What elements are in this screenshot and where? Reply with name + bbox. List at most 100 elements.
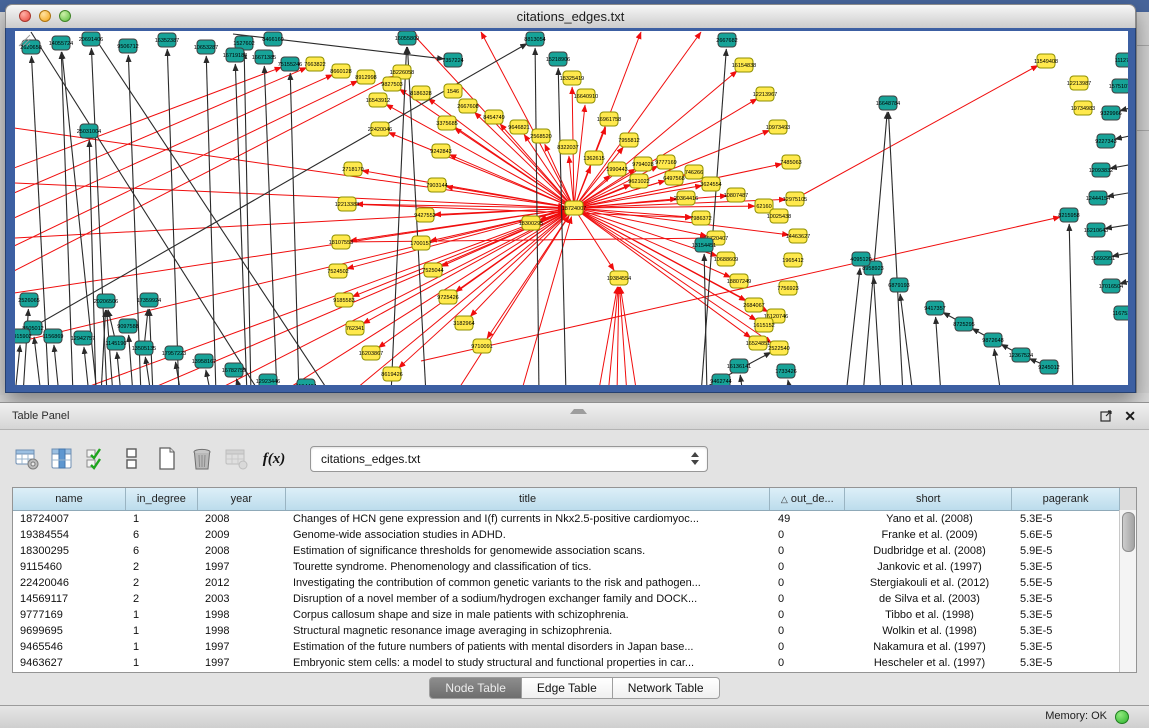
graph-edge[interactable] [598,287,617,385]
graph-edge[interactable] [34,337,41,385]
graph-node[interactable]: 16961758 [597,112,621,126]
graph-node[interactable]: 6497568 [663,171,684,185]
graph-edge[interactable] [388,132,574,208]
graph-node[interactable]: 7663822 [304,57,325,71]
close-panel-icon[interactable]: ✕ [1124,406,1136,426]
table-settings-icon[interactable] [14,446,40,472]
graph-node[interactable]: 7524502 [327,264,348,278]
graph-node[interactable]: 10973493 [766,120,790,134]
table-row[interactable]: 911546021997Tourette syndrome. Phenomeno… [13,559,1136,575]
table-row[interactable]: 946554611997Estimation of the future num… [13,639,1136,655]
select-columns-icon[interactable] [49,446,75,472]
graph-node[interactable]: 2667682 [716,33,737,47]
graph-node[interactable]: 8466160 [262,32,283,46]
graph-node[interactable]: 9506712 [117,39,138,53]
column-header-in-degree[interactable]: in_degree [126,488,198,510]
graph-node[interactable]: 17016504 [1099,279,1123,293]
network-graph[interactable]: 2620650140557242069140695067121635238710… [15,31,1128,385]
graph-node[interactable]: 12444154 [1086,191,1110,205]
graph-node[interactable]: 1733426 [775,364,796,378]
graph-edge[interactable] [421,217,1060,361]
graph-node[interactable]: 9194404 [295,379,316,385]
graph-edge[interactable] [15,345,20,385]
graph-node[interactable]: 10653287 [194,40,218,54]
minimize-window-button[interactable] [39,10,51,22]
graph-node[interactable]: 12213383 [335,197,359,211]
graph-node[interactable]: 15218906 [546,52,570,66]
graph-edge[interactable] [558,68,566,385]
graph-edge[interactable] [15,81,358,246]
graph-node[interactable]: 18107553 [329,235,353,249]
graph-edge[interactable] [874,277,881,385]
graph-edge[interactable] [1105,224,1128,229]
graph-edge[interactable] [206,56,216,385]
graph-node[interactable]: 8215958 [1058,208,1079,222]
scrollbar-thumb[interactable] [1122,512,1135,552]
graph-edge[interactable] [620,287,627,385]
tab-node-table[interactable]: Node Table [429,677,522,699]
graph-node[interactable]: 9827503 [381,77,402,91]
table-row[interactable]: 1938455462009Genome-wide association stu… [13,527,1136,543]
graph-node[interactable]: 9777169 [655,155,676,169]
clear-row-selection-icon[interactable] [119,446,145,472]
graph-node[interactable]: 11549408 [1034,54,1058,68]
column-header-title[interactable]: title [286,488,771,510]
graph-node[interactable]: 16648784 [876,96,900,110]
graph-node[interactable]: 1700157 [410,236,431,250]
tab-network-table[interactable]: Network Table [613,677,720,699]
graph-node[interactable]: 19734983 [1071,101,1095,115]
graph-node[interactable]: 9710091 [471,339,492,353]
table-row[interactable]: 2242004622012Investigating the contribut… [13,575,1136,591]
graph-edge[interactable] [236,379,241,385]
splitter-handle-icon[interactable] [570,404,587,414]
graph-node[interactable]: 9185583 [333,293,354,307]
graph-node[interactable]: 9417357 [924,301,945,315]
graph-node[interactable]: 13505135 [132,341,156,355]
graph-node[interactable]: 9242843 [430,144,451,158]
graph-edge[interactable] [129,335,133,385]
graph-node[interactable]: 8322037 [557,140,578,154]
graph-node[interactable]: 2526065 [18,293,39,307]
graph-edge[interactable] [15,209,565,293]
graph-node[interactable]: 10688609 [714,252,738,266]
graph-node[interactable]: 75155246 [278,57,302,71]
graph-edge[interactable] [145,357,151,385]
graph-node[interactable]: 2718170 [342,162,363,176]
graph-edge[interactable] [888,112,903,385]
graph-node[interactable]: 9725426 [437,290,458,304]
graph-node[interactable]: 19384554 [607,271,631,285]
graph-node[interactable]: 8660128 [330,64,351,78]
graph-node[interactable]: 16671385 [252,50,276,64]
graph-edge[interactable] [84,347,89,385]
graph-node[interactable]: 9245012 [1038,360,1059,374]
graph-edge[interactable] [341,238,707,242]
graph-node[interactable]: 12213967 [753,87,777,101]
graph-node[interactable]: 8619426 [381,367,402,381]
graph-edge[interactable] [117,352,121,385]
graph-edge[interactable] [617,287,619,385]
graph-node[interactable]: 16154838 [732,58,756,72]
graph-node[interactable]: 3624554 [700,177,721,191]
graph-node[interactable]: 9646821 [508,120,529,134]
column-header-short[interactable]: short [845,488,1012,510]
graph-edge[interactable] [936,317,941,385]
graph-node[interactable]: 18325419 [560,71,584,85]
graph-node[interactable]: 18724007 [562,201,586,215]
column-header-out-de-[interactable]: △out_de... [770,488,845,510]
table-row[interactable]: 977716911998Corpus callosum shape and si… [13,607,1136,623]
graph-node[interactable]: 15751074 [1109,79,1128,93]
graph-edge[interactable] [1115,135,1128,139]
graph-edge[interactable] [290,73,299,385]
graph-node[interactable]: 7357224 [442,53,463,67]
graph-node[interactable]: 762341 [346,321,364,335]
graph-node[interactable]: 2568520 [530,129,551,143]
graph-edge[interactable] [863,112,887,385]
graph-node[interactable]: 22420046 [368,122,392,136]
graph-node[interactable]: 20691406 [79,32,103,46]
tab-edge-table[interactable]: Edge Table [522,677,613,699]
graph-node[interactable]: 16055809 [395,31,419,45]
graph-edge[interactable] [455,208,574,292]
graph-edge[interactable] [206,370,211,385]
graph-edge[interactable] [788,380,791,385]
graph-node[interactable]: 10807487 [724,188,748,202]
